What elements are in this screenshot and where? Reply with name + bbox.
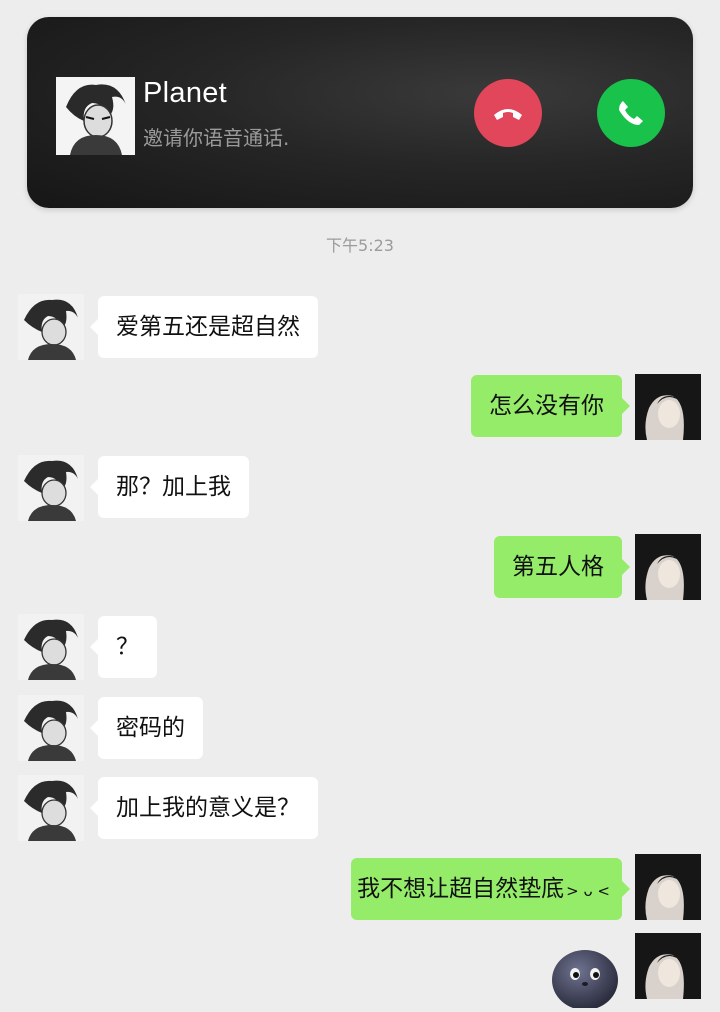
message-bubble-outgoing[interactable]: 我不想让超自然垫底 > ᴗ < [351,858,630,920]
message-bubble-outgoing[interactable]: 怎么没有你 [471,375,630,437]
contact-avatar[interactable] [18,775,84,841]
my-avatar[interactable] [635,854,701,920]
message-bubble-outgoing[interactable]: 第五人格 [494,536,630,598]
message-text: 那？加上我 [116,474,231,500]
caller-name: Planet [143,77,228,109]
message-text: 怎么没有你 [489,393,604,419]
caller-avatar [56,77,135,155]
message-text: 第五人格 [512,554,604,580]
message-bubble-incoming[interactable]: 密码的 [90,697,203,759]
decline-call-button[interactable] [474,79,542,147]
call-invite-text: 邀请你语音通话. [143,126,290,150]
message-timestamp: 下午5:23 [326,236,394,255]
my-avatar[interactable] [635,933,701,999]
message-text: 密码的 [116,715,185,741]
message-text: 爱第五还是超自然 [116,314,300,340]
phone-icon [619,101,643,125]
message-text: 我不想让超自然垫底 [357,876,565,902]
message-bubble-incoming[interactable]: 加上我的意义是？ [90,777,318,839]
my-avatar[interactable] [635,374,701,440]
contact-avatar[interactable] [18,294,84,360]
message-bubble-incoming[interactable]: ？ [90,616,157,678]
contact-avatar[interactable] [18,614,84,680]
message-bubble-incoming[interactable]: 那？加上我 [90,456,249,518]
moon-face-sticker[interactable] [551,944,619,1010]
message-bubble-incoming[interactable]: 爱第五还是超自然 [90,296,318,358]
contact-avatar[interactable] [18,455,84,521]
voice-call-banner: Planet 邀请你语音通话. [27,17,693,208]
message-text: ？ [116,634,139,660]
emoticon-text: > ᴗ < [566,882,610,900]
message-text: 加上我的意义是？ [116,795,300,821]
contact-avatar[interactable] [18,695,84,761]
my-avatar[interactable] [635,534,701,600]
accept-call-button[interactable] [597,79,665,147]
phone-hangup-icon [494,109,522,120]
